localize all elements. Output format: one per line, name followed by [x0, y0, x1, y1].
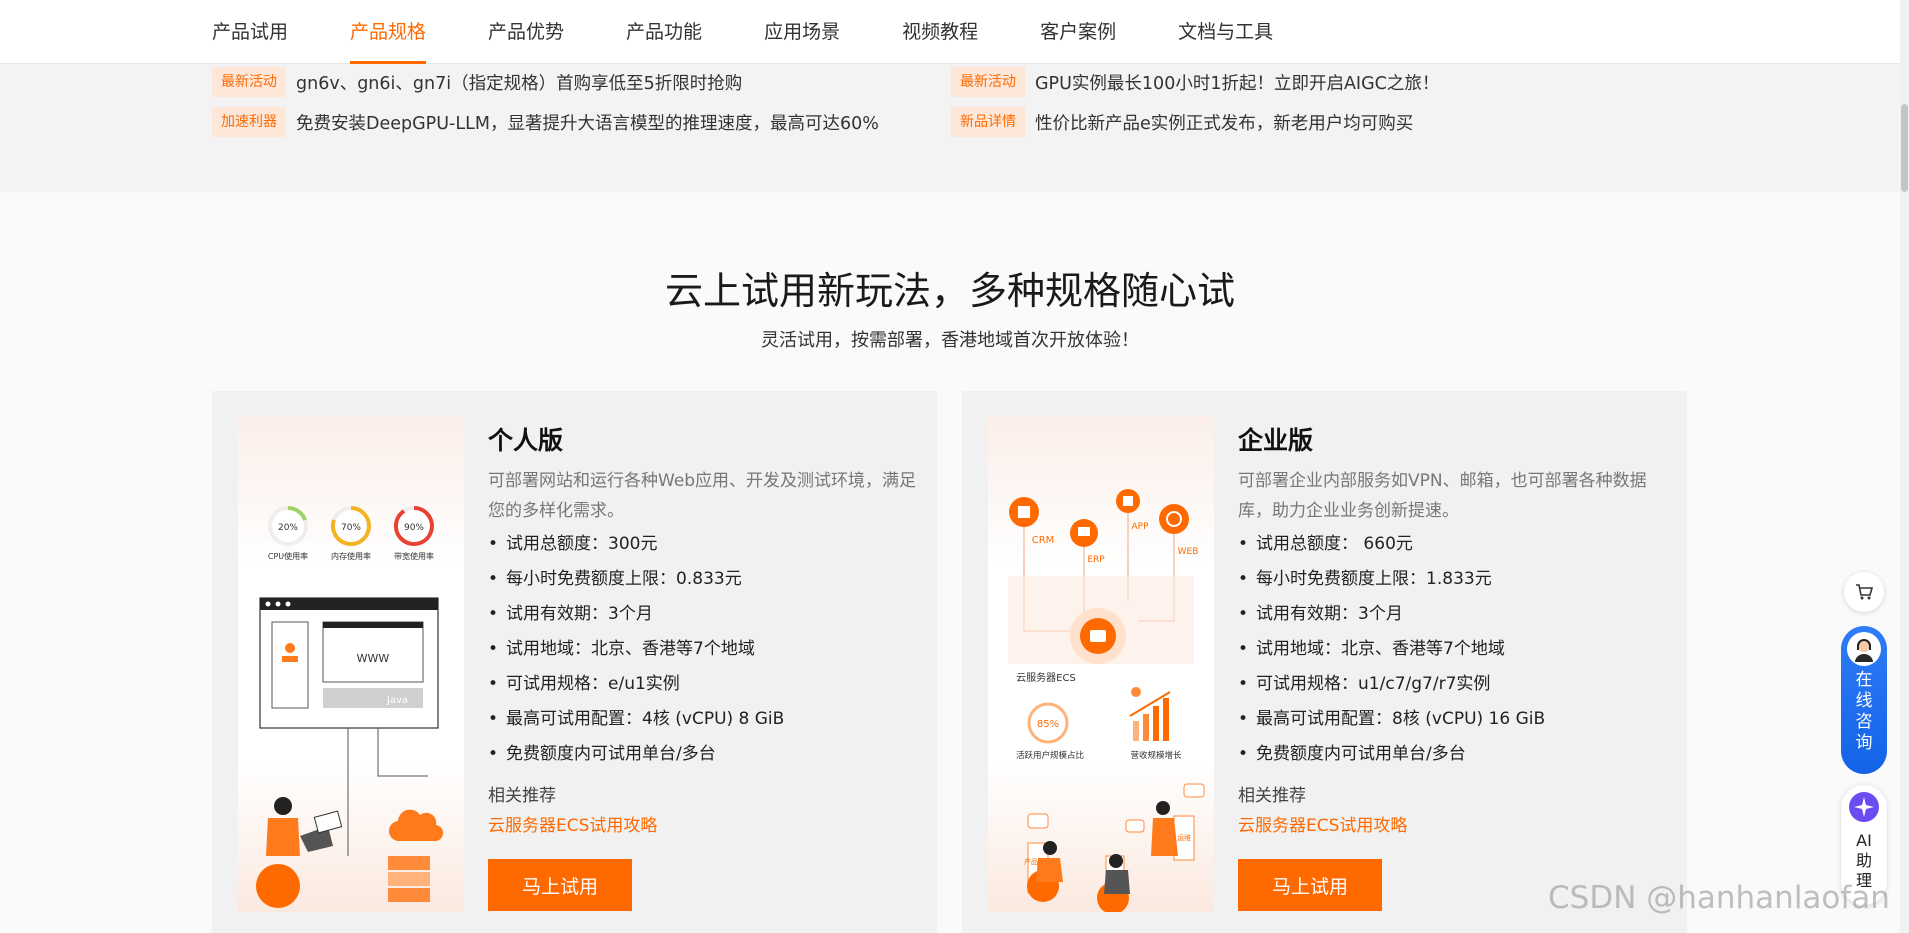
feature-item: 免费额度内可试用单台/多台	[1238, 737, 1545, 772]
card-description: 可部署网站和运行各种Web应用、开发及测试环境，满足您的多样化需求。	[488, 471, 917, 521]
consultant-avatar	[1847, 632, 1881, 666]
active-users-value: 85%	[1037, 719, 1059, 730]
card-personal: 20% CPU使用率 70% 内存使用率 90% 带宽使用率 WWW Java …	[212, 391, 937, 933]
card-title: 个人版	[488, 426, 564, 455]
trial-guide-link[interactable]: 云服务器ECS试用攻略	[1238, 811, 1407, 836]
node-erp-label: ERP	[1087, 555, 1105, 565]
scroll-thumb[interactable]	[1901, 104, 1908, 192]
feature-item: 可试用规格：u1/c7/g7/r7实例	[1238, 667, 1545, 702]
card-description: 可部署企业内部服务如VPN、邮箱，也可部署各种数据库，助力企业业务创新提速。	[1238, 471, 1647, 521]
enterprise-illustration-svg: CRM ERP APP WEB 云服务器ECS 85% 活跃用户规模占比 营收规…	[1008, 489, 1205, 912]
top-navigation: 产品试用 产品规格 产品优势 产品功能 应用场景 视频教程 客户案例 文档与工具	[0, 0, 1900, 64]
feature-list: 试用总额度： 660元 每小时免费额度上限：1.833元 试用有效期：3个月 试…	[1238, 527, 1545, 772]
feature-item: 试用地域：北京、香港等7个地域	[1238, 632, 1545, 667]
gauge-memory-label: 内存使用率	[331, 551, 371, 561]
personal-illustration: 20% CPU使用率 70% 内存使用率 90% 带宽使用率 WWW Java	[238, 416, 464, 912]
gauge-memory: 70% 内存使用率	[330, 506, 371, 561]
gauge-bandwidth: 90% 带宽使用率	[393, 506, 434, 561]
feature-item: 最高可试用配置：8核 (vCPU) 16 GiB	[1238, 702, 1545, 737]
gauge-cpu: 20% CPU使用率	[268, 505, 308, 561]
promo-item[interactable]: 最新活动 gn6v、gn6i、gn7i（指定规格）首购享低至5折限时抢购	[212, 66, 742, 98]
node-web: WEB	[1159, 504, 1198, 557]
tab-docs-tools[interactable]: 文档与工具	[1178, 0, 1273, 64]
gauge-cpu-value: 20%	[278, 523, 298, 533]
promo-tag: 新品详情	[951, 107, 1025, 137]
feature-item: 试用地域：北京、香港等7个地域	[488, 632, 784, 667]
feature-item: 最高可试用配置：4核 (vCPU) 8 GiB	[488, 702, 784, 737]
page-scrollbar[interactable]	[1900, 0, 1909, 933]
ecs-center-graphic: 云服务器ECS	[1008, 576, 1194, 684]
online-consult-button[interactable]: 在线咨询	[1841, 626, 1887, 774]
tab-scenarios[interactable]: 应用场景	[764, 0, 840, 64]
promo-item[interactable]: 新品详情 性价比新产品e实例正式发布，新老用户均可购买	[951, 106, 1413, 138]
team-graphic: 产品管理 研发 运维	[1024, 783, 1205, 912]
online-consult-label: 在线咨询	[1855, 670, 1873, 753]
trial-guide-link[interactable]: 云服务器ECS试用攻略	[488, 811, 657, 836]
promo-text: 免费安装DeepGPU-LLM，显著提升大语言模型的推理速度，最高可达60%	[296, 113, 879, 134]
try-now-button[interactable]: 马上试用	[488, 859, 632, 911]
tab-product-specs[interactable]: 产品规格	[350, 0, 427, 64]
cart-icon	[1856, 584, 1874, 600]
feature-item: 试用总额度： 660元	[1238, 527, 1545, 562]
browser-window-graphic: WWW Java	[259, 597, 439, 729]
browser-www-text: WWW	[357, 652, 390, 665]
personal-illustration-svg: 20% CPU使用率 70% 内存使用率 90% 带宽使用率 WWW Java	[256, 505, 444, 908]
tab-product-features[interactable]: 产品功能	[626, 0, 702, 64]
node-crm: CRM	[1009, 497, 1054, 546]
cart-button[interactable]	[1844, 572, 1884, 612]
gauge-bandwidth-value: 90%	[404, 523, 424, 533]
feature-item: 试用有效期：3个月	[488, 597, 784, 632]
promo-item[interactable]: 最新活动 GPU实例最长100小时1折起！立即开启AIGC之旅！	[951, 66, 1439, 98]
cloud-server-graphic	[388, 809, 444, 902]
feature-item: 试用有效期：3个月	[1238, 597, 1545, 632]
related-label: 相关推荐	[1238, 786, 1306, 806]
promo-strip: 最新活动 gn6v、gn6i、gn7i（指定规格）首购享低至5折限时抢购 最新活…	[0, 64, 1900, 192]
banner-ops: 运维	[1177, 833, 1191, 842]
card-enterprise: CRM ERP APP WEB 云服务器ECS 85% 活跃用户规模占比 营收规…	[962, 391, 1687, 933]
active-users-stat: 85% 活跃用户规模占比	[1016, 702, 1084, 761]
promo-text: 性价比新产品e实例正式发布，新老用户均可购买	[1035, 113, 1414, 134]
node-erp: ERP	[1070, 519, 1105, 565]
watermark: CSDN @hanhanlaofan	[1548, 880, 1890, 916]
revenue-growth-stat: 营收规模增长	[1129, 687, 1182, 761]
feature-item: 可试用规格：e/u1实例	[488, 667, 784, 702]
promo-text: GPU实例最长100小时1折起！立即开启AIGC之旅！	[1035, 73, 1440, 94]
active-users-label: 活跃用户规模占比	[1016, 750, 1084, 761]
trial-section: 云上试用新玩法，多种规格随心试 灵活试用，按需部署，香港地域首次开放体验！ 20…	[0, 192, 1900, 933]
node-app: APP	[1116, 489, 1149, 532]
ai-assistant-icon	[1849, 792, 1879, 822]
gauge-memory-value: 70%	[341, 523, 361, 533]
tab-customer-cases[interactable]: 客户案例	[1040, 0, 1116, 64]
section-subtitle: 灵活试用，按需部署，香港地域首次开放体验！	[761, 330, 1139, 351]
person-laptop-graphic	[256, 797, 343, 908]
card-title: 企业版	[1238, 426, 1314, 455]
node-app-label: APP	[1131, 522, 1149, 532]
promo-text: gn6v、gn6i、gn7i（指定规格）首购享低至5折限时抢购	[296, 73, 743, 94]
consultant-avatar-icon	[1855, 639, 1873, 662]
feature-item: 每小时免费额度上限：1.833元	[1238, 562, 1545, 597]
feature-list: 试用总额度：300元 每小时免费额度上限：0.833元 试用有效期：3个月 试用…	[488, 527, 784, 772]
promo-tag: 加速利器	[212, 107, 286, 137]
revenue-growth-label: 营收规模增长	[1130, 750, 1182, 761]
nav-tabs: 产品试用 产品规格 产品优势 产品功能 应用场景 视频教程 客户案例 文档与工具	[212, 0, 1335, 64]
tab-video-tutorials[interactable]: 视频教程	[902, 0, 978, 64]
promo-item[interactable]: 加速利器 免费安装DeepGPU-LLM，显著提升大语言模型的推理速度，最高可达…	[212, 106, 879, 138]
feature-item: 试用总额度：300元	[488, 527, 784, 562]
enterprise-illustration: CRM ERP APP WEB 云服务器ECS 85% 活跃用户规模占比 营收规…	[988, 416, 1214, 912]
related-label: 相关推荐	[488, 786, 556, 806]
try-now-button[interactable]: 马上试用	[1238, 859, 1382, 911]
node-crm-label: CRM	[1032, 535, 1055, 546]
ecs-center-label: 云服务器ECS	[1016, 671, 1076, 684]
node-web-label: WEB	[1178, 547, 1199, 557]
browser-java-text: Java	[386, 695, 408, 706]
tab-product-trial[interactable]: 产品试用	[212, 0, 288, 64]
tab-product-advantages[interactable]: 产品优势	[488, 0, 564, 64]
gauge-bandwidth-label: 带宽使用率	[394, 551, 434, 561]
feature-item: 免费额度内可试用单台/多台	[488, 737, 784, 772]
feature-item: 每小时免费额度上限：0.833元	[488, 562, 784, 597]
section-title: 云上试用新玩法，多种规格随心试	[664, 269, 1235, 313]
gauge-cpu-label: CPU使用率	[268, 551, 308, 561]
promo-tag: 最新活动	[951, 67, 1025, 97]
promo-tag: 最新活动	[212, 67, 286, 97]
